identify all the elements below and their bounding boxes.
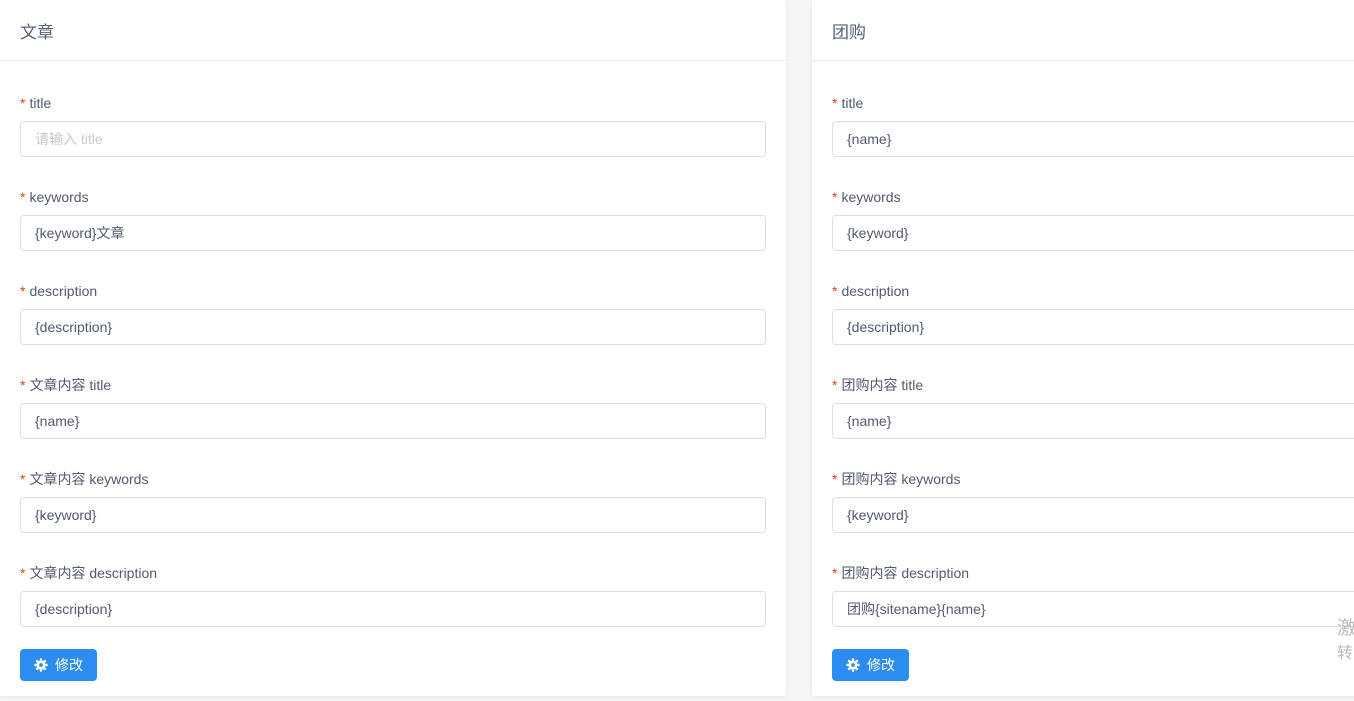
groupbuy-card-title: 团购 (812, 0, 1354, 61)
gear-icon (846, 658, 860, 672)
required-asterisk: * (20, 377, 26, 393)
article-description-label: * description (20, 283, 98, 299)
article-keywords-label: * keywords (20, 189, 89, 205)
required-asterisk: * (20, 95, 26, 111)
groupbuy-description-input[interactable] (832, 309, 1354, 345)
groupbuy-description-label: * description (832, 283, 910, 299)
groupbuy-content-description-label: * 团购内容 description (832, 565, 970, 581)
groupbuy-keywords-label: * keywords (832, 189, 901, 205)
groupbuy-content-description-field: * 团购内容 description (832, 563, 1354, 627)
groupbuy-form: *title *keywords *description *团购内容 titl… (812, 61, 1354, 701)
article-title-input[interactable] (20, 121, 766, 157)
article-form: *title *keywords *description *文章内容 titl… (0, 61, 786, 701)
article-content-title-input[interactable] (20, 403, 766, 439)
article-keywords-field: * keywords (20, 187, 766, 251)
article-content-title-field: * 文章内容 title (20, 375, 766, 439)
groupbuy-seo-card: 团购 *title *keywords *description *团购内容 t… (812, 0, 1354, 696)
required-asterisk: * (832, 95, 838, 111)
gear-icon (34, 658, 48, 672)
required-asterisk: * (20, 283, 26, 299)
groupbuy-title-label: * title (832, 95, 864, 111)
article-content-description-field: * 文章内容 description (20, 563, 766, 627)
article-description-input[interactable] (20, 309, 766, 345)
article-modify-button-label: 修改 (55, 657, 83, 673)
required-asterisk: * (832, 377, 838, 393)
groupbuy-content-title-label: * 团购内容 title (832, 377, 924, 393)
article-modify-button[interactable]: 修改 (20, 649, 97, 681)
article-card-title: 文章 (0, 0, 786, 61)
article-content-keywords-label: * 文章内容 keywords (20, 471, 149, 487)
groupbuy-content-title-field: * 团购内容 title (832, 375, 1354, 439)
groupbuy-modify-button-label: 修改 (867, 657, 895, 673)
article-content-description-input[interactable] (20, 591, 766, 627)
required-asterisk: * (832, 471, 838, 487)
groupbuy-title-input[interactable] (832, 121, 1354, 157)
groupbuy-keywords-field: * keywords (832, 187, 1354, 251)
article-content-title-label: * 文章内容 title (20, 377, 112, 393)
groupbuy-description-field: * description (832, 281, 1354, 345)
article-description-field: * description (20, 281, 766, 345)
groupbuy-keywords-input[interactable] (832, 215, 1354, 251)
groupbuy-modify-button[interactable]: 修改 (832, 649, 909, 681)
groupbuy-content-keywords-field: * 团购内容 keywords (832, 469, 1354, 533)
required-asterisk: * (832, 189, 838, 205)
article-title-field: * title (20, 93, 766, 157)
article-content-description-label: * 文章内容 description (20, 565, 158, 581)
groupbuy-content-description-input[interactable] (832, 591, 1354, 627)
groupbuy-content-keywords-label: * 团购内容 keywords (832, 471, 961, 487)
article-seo-card: 文章 *title *keywords *description *文章内容 t… (0, 0, 786, 696)
required-asterisk: * (832, 283, 838, 299)
required-asterisk: * (20, 189, 26, 205)
groupbuy-content-title-input[interactable] (832, 403, 1354, 439)
groupbuy-title-field: * title (832, 93, 1354, 157)
required-asterisk: * (20, 471, 26, 487)
article-content-keywords-field: * 文章内容 keywords (20, 469, 766, 533)
article-keywords-input[interactable] (20, 215, 766, 251)
required-asterisk: * (20, 565, 26, 581)
required-asterisk: * (832, 565, 838, 581)
article-title-label: * title (20, 95, 52, 111)
groupbuy-content-keywords-input[interactable] (832, 497, 1354, 533)
article-content-keywords-input[interactable] (20, 497, 766, 533)
